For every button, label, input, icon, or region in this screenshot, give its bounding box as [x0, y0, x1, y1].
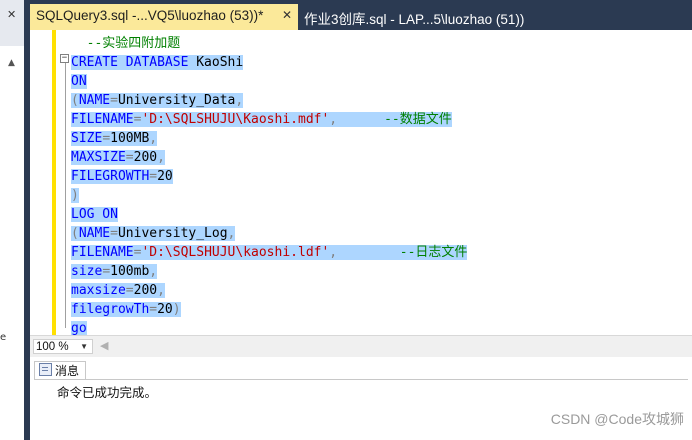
code-token: filegrowTh: [71, 302, 150, 317]
code-token: --日志文件: [337, 245, 468, 260]
code-line[interactable]: --实验四附加题: [71, 34, 181, 53]
code-token: 200: [133, 150, 158, 165]
code-line[interactable]: size=100mb,: [71, 262, 158, 281]
code-token: =: [125, 283, 134, 298]
code-token: ,: [157, 150, 165, 165]
code-line[interactable]: ): [71, 186, 79, 205]
code-line[interactable]: maxsize=200,: [71, 281, 165, 300]
code-token: ,: [329, 112, 338, 127]
code-token: KaoShi: [196, 55, 244, 70]
code-line[interactable]: FILENAME='D:\SQLSHUJU\Kaoshi.mdf', --数据文…: [71, 110, 452, 129]
code-token: --实验四附加题: [71, 36, 181, 51]
code-token: University_Data: [117, 93, 236, 108]
code-token: ,: [149, 264, 158, 279]
partial-text: e: [0, 332, 7, 343]
divider: [34, 379, 688, 380]
tab-label: 消息: [55, 364, 80, 378]
code-line[interactable]: SIZE=100MB,: [71, 129, 158, 148]
zoom-value: 100 %: [36, 341, 69, 353]
code-line[interactable]: MAXSIZE=200,: [71, 148, 165, 167]
change-tracking-bar: [52, 30, 56, 335]
code-line[interactable]: (NAME=University_Data,: [71, 91, 244, 110]
code-token: =: [149, 169, 158, 184]
code-token: NAME: [78, 93, 111, 108]
code-token: University_Log: [117, 226, 228, 241]
collapse-icon[interactable]: −: [60, 54, 69, 63]
code-token: maxsize: [71, 283, 126, 298]
code-token: ,: [329, 245, 338, 260]
code-token: 'D:\SQLSHUJU\kaoshi.ldf': [141, 245, 330, 260]
outline-line: [65, 58, 66, 328]
code-line[interactable]: ON: [71, 72, 87, 91]
chevron-down-icon[interactable]: ▼: [80, 339, 88, 354]
code-token: 100mb: [110, 264, 150, 279]
zoom-select[interactable]: 100 % ▼: [33, 339, 93, 354]
code-token: 20: [157, 169, 173, 184]
close-icon[interactable]: ✕: [282, 8, 292, 22]
code-token: FILENAME: [71, 112, 134, 127]
left-tool-strip: ✕ ▲ e: [0, 0, 25, 440]
left-strip-header: [0, 0, 24, 46]
code-line[interactable]: FILENAME='D:\SQLSHUJU\kaoshi.ldf', --日志文…: [71, 243, 468, 262]
code-token: ,: [149, 131, 158, 146]
tab-sqlquery3[interactable]: SQLQuery3.sql -...VQ5\luozhao (53))* ✕: [30, 4, 298, 30]
code-token: 20: [157, 302, 173, 317]
code-line[interactable]: FILEGROWTH=20: [71, 167, 173, 186]
code-token: (: [71, 226, 79, 241]
query-editor[interactable]: − --实验四附加题 CREATE DATABASE KaoShi ON (NAME=…: [30, 30, 692, 336]
code-token: size: [71, 264, 103, 279]
code-token: 200: [133, 283, 158, 298]
message-icon: [39, 363, 52, 376]
code-token: --数据文件: [337, 112, 452, 127]
code-token: FILENAME: [71, 245, 134, 260]
tab-messages[interactable]: 消息: [34, 361, 87, 380]
code-token: ,: [157, 283, 165, 298]
code-token: =: [110, 93, 118, 108]
code-token: (: [71, 93, 79, 108]
code-line[interactable]: filegrowTh=20): [71, 300, 181, 319]
code-token: ,: [235, 93, 244, 108]
code-token: LOG ON: [71, 207, 118, 222]
close-icon[interactable]: ✕: [7, 8, 16, 21]
code-token: ): [172, 302, 181, 317]
code-token: NAME: [78, 226, 111, 241]
tab-create-database-script[interactable]: 作业3创库.sql - LAP...5\luozhao (51)): [298, 4, 628, 30]
code-token: CREATE DATABASE: [71, 55, 197, 70]
code-token: FILEGROWTH: [71, 169, 150, 184]
document-tab-bar: SQLQuery3.sql -...VQ5\luozhao (53))* ✕ 作…: [30, 0, 692, 30]
pin-icon[interactable]: ▲: [8, 58, 15, 68]
code-token: =: [149, 302, 158, 317]
code-line[interactable]: CREATE DATABASE KaoShi: [71, 53, 244, 72]
indicator-margin: [30, 30, 52, 335]
code-token: go: [71, 321, 87, 336]
code-token: MAXSIZE: [71, 150, 126, 165]
code-token: ): [71, 188, 79, 203]
result-message: 命令已成功完成。: [57, 385, 158, 400]
tab-title: 作业3创库.sql - LAP...5\luozhao (51)): [304, 12, 525, 27]
editor-status-bar: 100 % ▼ ◀: [30, 335, 692, 358]
code-token: 'D:\SQLSHUJU\Kaoshi.mdf': [141, 112, 330, 127]
code-token: ON: [71, 74, 87, 89]
code-token: ,: [227, 226, 236, 241]
code-token: 100MB: [110, 131, 150, 146]
code-token: =: [102, 131, 111, 146]
code-token: =: [110, 226, 118, 241]
code-token: SIZE: [71, 131, 103, 146]
tab-title: SQLQuery3.sql -...VQ5\luozhao (53))*: [36, 8, 264, 23]
code-line[interactable]: LOG ON: [71, 205, 118, 224]
results-pane: 消息 命令已成功完成。 CSDN @Code攻城狮: [30, 357, 692, 440]
scroll-left-icon[interactable]: ◀: [100, 339, 108, 352]
watermark: CSDN @Code攻城狮: [550, 411, 684, 427]
code-token: =: [125, 150, 134, 165]
code-line[interactable]: (NAME=University_Log,: [71, 224, 236, 243]
code-token: =: [102, 264, 111, 279]
